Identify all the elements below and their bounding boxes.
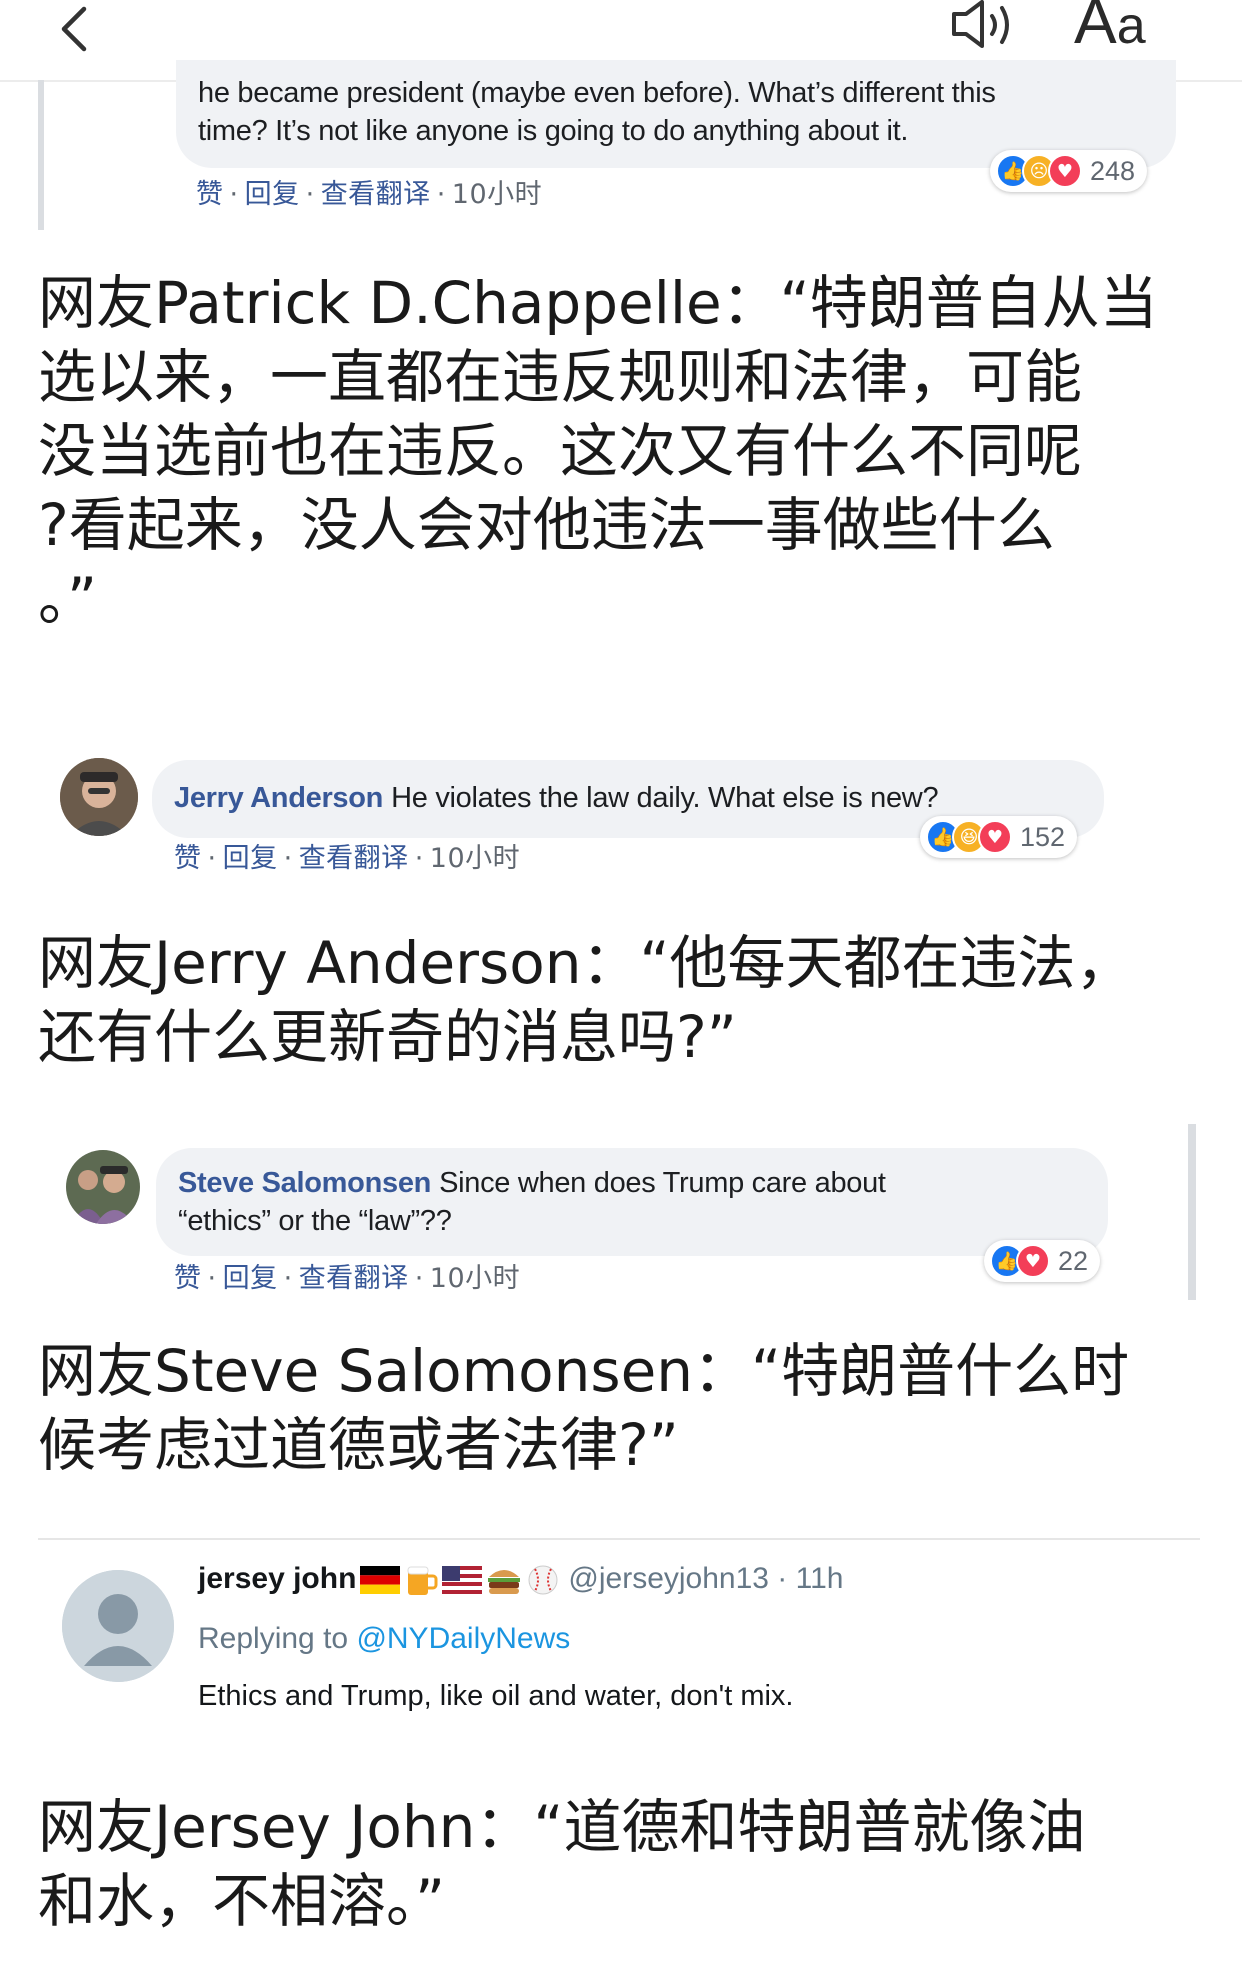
comment-time: 10小时 [451,179,543,210]
comment-time: 10小时 [429,843,521,874]
reaction-summary[interactable]: 👍 ♥ 22 [984,1240,1101,1282]
comment-text-line: Since when does Trump care about [439,1167,886,1199]
reaction-count: 248 [1090,155,1136,186]
divider [38,1538,1200,1540]
tweet-handle-time: @jerseyjohn13 · 11h [568,1562,844,1595]
tweet-reply-context: Replying to @NYDailyNews [198,1622,570,1656]
comment-actions: 赞 · 回复 · 查看翻译 · 10小时 [174,1263,521,1294]
translate-action[interactable]: 查看翻译 [321,179,431,210]
person-photo-icon [60,758,138,836]
reaction-count: 152 [1020,821,1066,852]
font-size-small-glyph: a [1116,0,1146,55]
love-reaction-icon: ♥ [1048,154,1082,188]
article-paragraph: 网友Jersey John：“道德和特朗普就像油 和水，不相溶。” [38,1793,1086,1935]
reaction-summary[interactable]: 👍 ☹ ♥ 248 [990,150,1148,192]
baseball-icon [528,1565,558,1595]
tweet-text: Ethics and Trump, like oil and water, do… [198,1680,794,1712]
reply-action[interactable]: 回复 [245,179,300,210]
like-action[interactable]: 赞 [174,1263,202,1294]
thread-line [1188,1124,1196,1300]
group-photo-icon [66,1150,140,1224]
read-aloud-button[interactable] [948,0,1018,56]
chevron-left-icon [61,6,87,52]
tweet-author-name[interactable]: jersey john [198,1562,356,1595]
comment-text-line: time? It’s not like anyone is going to d… [198,115,909,147]
german-flag-icon [360,1566,401,1595]
speaker-icon [952,0,1009,48]
commenter-name[interactable]: Steve Salomonsen [178,1167,431,1199]
article-paragraph: 网友Steve Salomonsen：“特朗普什么时 候考虑过道德或者法律?” [38,1337,1130,1479]
comment-bubble: Steve Salomonsen Since when does Trump ca… [156,1148,1108,1256]
translate-action[interactable]: 查看翻译 [299,1263,409,1294]
thread-line [38,80,44,230]
love-reaction-icon: ♥ [1016,1244,1050,1278]
comment-text-line: “ethics” or the “law”?? [178,1205,452,1237]
tweet-header: jersey john @jerseyjohn13 · 11h [198,1562,843,1597]
back-button[interactable] [48,0,98,60]
article-paragraph: 网友Patrick D.Chappelle：“特朗普自从当 选以来，一直都在违反… [38,269,1158,633]
us-flag-icon [442,1566,483,1595]
hamburger-icon [488,1570,521,1595]
like-action[interactable]: 赞 [196,179,224,210]
replying-prefix: Replying to [198,1622,349,1655]
avatar[interactable] [62,1570,174,1682]
beer-mug-icon [407,1566,438,1596]
reply-mention-link[interactable]: @NYDailyNews [356,1622,570,1655]
comment-actions: 赞 · 回复 · 查看翻译 · 10小时 [196,179,543,210]
reply-action[interactable]: 回复 [223,843,278,874]
article-paragraph: 网友Jerry Anderson：“他每天都在违法， 还有什么更新奇的消息吗?” [38,929,1134,1071]
comment-actions: 赞 · 回复 · 查看翻译 · 10小时 [174,843,521,874]
translate-action[interactable]: 查看翻译 [299,843,409,874]
default-profile-icon [62,1570,174,1682]
avatar[interactable] [60,758,138,836]
reaction-summary[interactable]: 👍 😆 ♥ 152 [920,816,1078,858]
font-size-large-glyph: A [1074,0,1117,57]
reply-action[interactable]: 回复 [223,1263,278,1294]
comment-text: He violates the law daily. What else is … [391,782,939,814]
comment-time: 10小时 [429,1263,521,1294]
commenter-name[interactable]: Jerry Anderson [174,782,383,814]
font-size-button[interactable]: Aa [1074,0,1146,56]
like-action[interactable]: 赞 [174,843,202,874]
comment-text-line: he became president (maybe even before).… [198,77,996,109]
reaction-count: 22 [1058,1245,1089,1276]
love-reaction-icon: ♥ [978,820,1012,854]
avatar[interactable] [66,1150,140,1224]
